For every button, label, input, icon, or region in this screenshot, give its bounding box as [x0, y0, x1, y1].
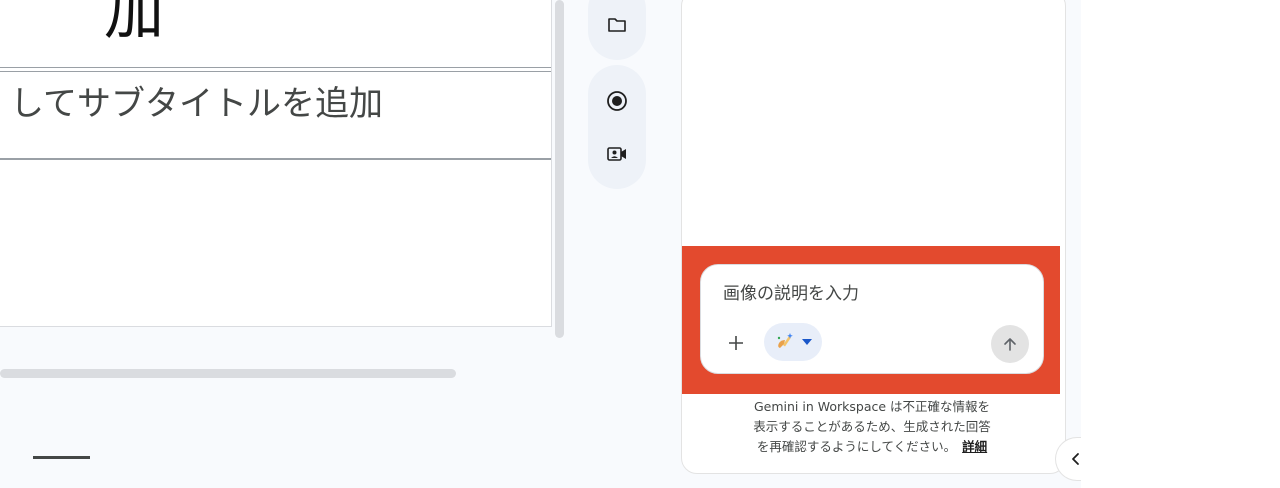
plus-icon — [729, 336, 743, 350]
disclaimer-line-text: を再確認するようにしてください。 — [756, 439, 957, 454]
caret-down-icon — [802, 339, 812, 345]
send-button[interactable] — [991, 325, 1029, 363]
disclaimer-line: Gemini in Workspace は不正確な情報を — [753, 399, 991, 414]
vertical-scrollbar[interactable] — [555, 0, 564, 338]
add-attachment-button[interactable] — [723, 330, 749, 356]
rail-group-media — [588, 65, 646, 189]
prompt-input[interactable] — [721, 279, 1025, 309]
disclaimer-text: Gemini in Workspace は不正確な情報を 表示することがあるため… — [700, 397, 1044, 457]
notes-divider — [33, 456, 90, 459]
slide-canvas[interactable]: 加 してサブタイトルを追加 — [0, 0, 552, 327]
prompt-composer — [700, 264, 1044, 374]
rail-group-top — [588, 0, 646, 60]
arrow-up-icon — [1004, 338, 1016, 351]
image-style-dropdown[interactable] — [764, 323, 822, 361]
record-icon[interactable] — [588, 86, 646, 116]
title-underline — [0, 67, 551, 68]
learn-more-link[interactable]: 詳細 — [962, 439, 987, 454]
disclaimer-line: を再確認するようにしてください。 詳細 — [700, 437, 1044, 457]
slide-title-text[interactable]: 加 — [104, 0, 164, 48]
camera-video-icon[interactable] — [588, 139, 646, 169]
folder-icon[interactable] — [588, 10, 646, 40]
page-background — [1081, 0, 1280, 488]
image-style-icon — [777, 333, 793, 348]
slide-subtitle-placeholder[interactable]: してサブタイトルを追加 — [10, 82, 383, 126]
subtitle-box-top — [0, 71, 551, 72]
horizontal-scrollbar[interactable] — [0, 369, 456, 378]
disclaimer-line: 表示することがあるため、生成された回答 — [753, 419, 991, 434]
subtitle-box-bottom — [0, 158, 551, 160]
chevron-left-icon — [1071, 453, 1079, 465]
